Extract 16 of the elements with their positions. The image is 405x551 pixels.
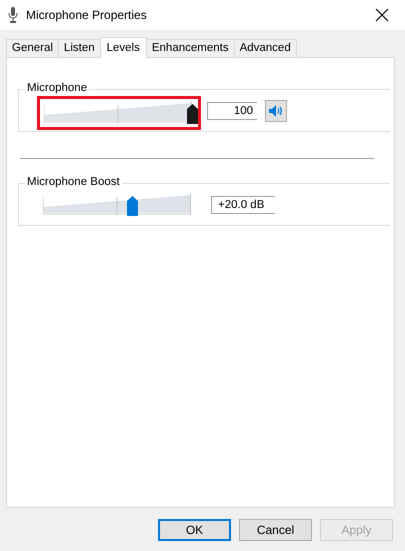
- slider-thumb[interactable]: [126, 196, 138, 216]
- group-title: Microphone Boost: [25, 176, 122, 188]
- tab[interactable]: General: [6, 39, 59, 57]
- level-field[interactable]: +20.0 dB: [211, 196, 275, 214]
- slider-thumb[interactable]: [187, 104, 198, 124]
- group-title: Microphone: [25, 82, 90, 94]
- close-icon[interactable]: [375, 8, 389, 22]
- level-field[interactable]: 100: [207, 102, 257, 120]
- tab[interactable]: Advanced: [234, 39, 297, 57]
- tab[interactable]: Levels: [100, 37, 147, 58]
- window-title: Microphone Properties: [26, 8, 148, 22]
- microphone-icon: [8, 7, 18, 23]
- dialog-button[interactable]: Cancel: [239, 519, 312, 541]
- speaker-icon: [269, 104, 283, 116]
- speaker-button[interactable]: [265, 100, 287, 122]
- dialog-button[interactable]: OK: [158, 519, 231, 541]
